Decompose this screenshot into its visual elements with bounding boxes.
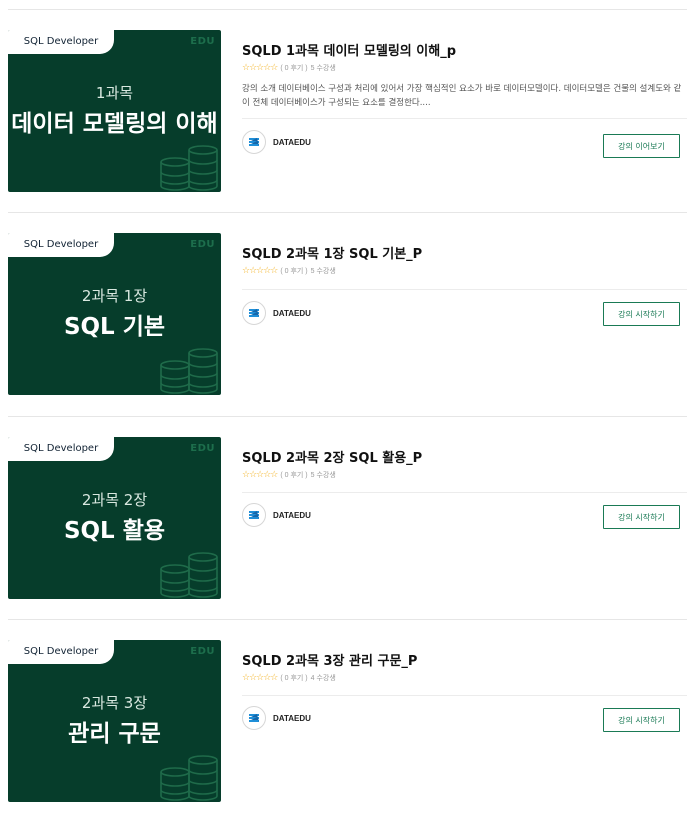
start-course-button[interactable]: 강의 시작하기 [603, 505, 680, 529]
divider [242, 695, 687, 696]
star-rating-icon: ☆☆☆☆☆ [242, 672, 278, 682]
star-rating-icon: ☆☆☆☆☆ [242, 62, 278, 72]
star-rating-icon: ☆☆☆☆☆ [242, 265, 278, 275]
course-rating: ☆☆☆☆☆ ( 0 후기 ) 4 수강생 [242, 672, 336, 683]
course-rating: ☆☆☆☆☆ ( 0 후기 ) 5 수강생 [242, 62, 336, 73]
start-course-button[interactable]: 강의 시작하기 [603, 302, 680, 326]
thumbnail-subtitle: 1과목 [95, 84, 134, 102]
divider [242, 492, 687, 493]
start-course-button[interactable]: 강의 시작하기 [603, 708, 680, 732]
course-thumbnail[interactable]: SQL Developer EDU 2과목 2장 SQL 활용 [8, 437, 221, 599]
course-title[interactable]: SQLD 2과목 1장 SQL 기본_P [242, 243, 422, 262]
student-count: 5 수강생 [310, 471, 336, 479]
database-icon [160, 755, 218, 801]
brand-logo: EDU [190, 443, 215, 454]
review-count: ( 0 후기 ) [280, 64, 308, 72]
course-author[interactable]: DATAEDU [242, 301, 311, 325]
database-icon [160, 145, 218, 191]
course-thumbnail[interactable]: SQL Developer EDU 2과목 3장 관리 구문 [8, 640, 221, 802]
review-count: ( 0 후기 ) [280, 674, 308, 682]
star-rating-icon: ☆☆☆☆☆ [242, 469, 278, 479]
thumbnail-tag: SQL Developer [8, 640, 114, 664]
thumbnail-subtitle: 2과목 1장 [81, 287, 148, 305]
course-card: SQL Developer EDU 2과목 2장 SQL 활용 SQLD 2과목… [0, 417, 699, 620]
thumbnail-subtitle: 2과목 2장 [81, 491, 148, 509]
author-name: DATAEDU [273, 713, 311, 723]
database-icon [160, 552, 218, 598]
student-count: 4 수강생 [310, 674, 336, 682]
author-name: DATAEDU [273, 510, 311, 520]
thumbnail-title: 데이터 모델링의 이해 [11, 111, 218, 137]
course-card: SQL Developer EDU 1과목 데이터 모델링의 이해 SQLD 1… [0, 10, 699, 213]
thumbnail-title: SQL 활용 [63, 518, 166, 544]
course-author[interactable]: DATAEDU [242, 503, 311, 527]
thumbnail-tag: SQL Developer [8, 30, 114, 54]
thumbnail-subtitle: 2과목 3장 [81, 694, 148, 712]
brand-logo: EDU [190, 646, 215, 657]
course-description: 강의 소개 데이터베이스 구성과 처리에 있어서 가장 핵심적인 요소가 바로 … [242, 84, 682, 108]
thumbnail-title: 관리 구문 [68, 721, 161, 747]
author-avatar-icon [242, 301, 266, 325]
author-name: DATAEDU [273, 137, 311, 147]
brand-logo: EDU [190, 239, 215, 250]
course-rating: ☆☆☆☆☆ ( 0 후기 ) 5 수강생 [242, 265, 336, 276]
review-count: ( 0 후기 ) [280, 471, 308, 479]
divider [242, 118, 687, 119]
course-title[interactable]: SQLD 1과목 데이터 모델링의 이해_p [242, 40, 456, 59]
review-count: ( 0 후기 ) [280, 267, 308, 275]
student-count: 5 수강생 [310, 267, 336, 275]
course-title[interactable]: SQLD 2과목 2장 SQL 활용_P [242, 447, 422, 466]
student-count: 5 수강생 [310, 64, 336, 72]
course-thumbnail[interactable]: SQL Developer EDU 2과목 1장 SQL 기본 [8, 233, 221, 395]
thumbnail-title: SQL 기본 [63, 314, 166, 340]
course-author[interactable]: DATAEDU [242, 706, 311, 730]
brand-logo: EDU [190, 36, 215, 47]
database-icon [160, 348, 218, 394]
course-thumbnail[interactable]: SQL Developer EDU 1과목 데이터 모델링의 이해 [8, 30, 221, 192]
author-avatar-icon [242, 130, 266, 154]
course-title[interactable]: SQLD 2과목 3장 관리 구문_P [242, 650, 417, 669]
course-card: SQL Developer EDU 2과목 1장 SQL 기본 SQLD 2과목… [0, 213, 699, 416]
thumbnail-tag: SQL Developer [8, 233, 114, 257]
thumbnail-tag: SQL Developer [8, 437, 114, 461]
author-avatar-icon [242, 503, 266, 527]
author-avatar-icon [242, 706, 266, 730]
course-card: SQL Developer EDU 2과목 3장 관리 구문 SQLD 2과목 … [0, 620, 699, 823]
course-author[interactable]: DATAEDU [242, 130, 311, 154]
course-rating: ☆☆☆☆☆ ( 0 후기 ) 5 수강생 [242, 469, 336, 480]
continue-course-button[interactable]: 강의 이어보기 [603, 134, 680, 158]
author-name: DATAEDU [273, 308, 311, 318]
divider [242, 289, 687, 290]
